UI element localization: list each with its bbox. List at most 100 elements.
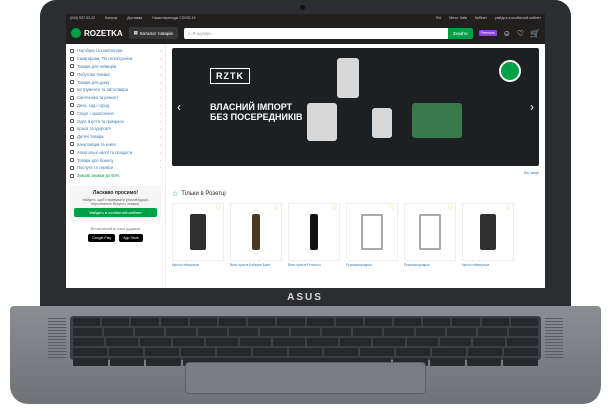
login-link[interactable]: увійдіть в особистий кабінет	[495, 16, 541, 20]
language-switch[interactable]: RU	[436, 16, 441, 20]
chevron-right-icon: ›	[159, 63, 161, 69]
logo-icon	[71, 28, 81, 38]
multicooker-image	[307, 103, 337, 141]
sidebar-item[interactable]: Інструменти та автотовари ›	[70, 86, 161, 94]
chevron-right-icon: ›	[159, 149, 161, 155]
bottle-image	[310, 214, 318, 250]
main-area: ‹ RZTK ВЛАСНИЙ ІМПОРТ БЕЗ ПОСЕРЕДНИКІВ ›…	[166, 44, 545, 300]
site-header: ROZETKA ▦ Каталог товарів ⌕ Я шукаю... З…	[66, 22, 545, 44]
product-card[interactable]: ♡	[230, 203, 282, 261]
blender-image	[337, 58, 359, 98]
city-select[interactable]: Місто: Київ	[449, 16, 467, 20]
chevron-right-icon: ›	[159, 48, 161, 54]
sidebar-item-discounts[interactable]: Зимові знижки до 50%	[70, 172, 161, 180]
topbar-link-covid[interactable]: Наши переходы COVID-19	[152, 16, 195, 20]
product-name[interactable]: Крісло геймерське	[172, 263, 224, 267]
chevron-right-icon: ›	[159, 165, 161, 171]
heart-icon[interactable]: ♡	[448, 205, 453, 212]
sidebar-item[interactable]: Спорт і захоплення ›	[70, 109, 161, 117]
category-sidebar: Ноутбуки та комп'ютери › Смартфони, ТВ і …	[66, 44, 166, 300]
topbar-link-bonus[interactable]: Бонусы	[105, 16, 117, 20]
speaker-grille	[545, 318, 563, 358]
product-card[interactable]: ♡	[404, 203, 456, 261]
sidebar-item[interactable]: Краса та здоров'я ›	[70, 125, 161, 133]
sidebar-item[interactable]: Побутова техніка ›	[70, 70, 161, 78]
search-button[interactable]: Знайти	[447, 27, 473, 39]
chevron-right-icon: ›	[159, 79, 161, 85]
laptop-screen: (044) 537-02-22 Бонусы Доставка Наши пер…	[66, 14, 545, 300]
category-icon	[70, 142, 74, 147]
premium-badge[interactable]: Premium	[478, 30, 497, 36]
chevron-right-icon: ›	[159, 56, 161, 62]
welcome-title: Ласкаво просимо!	[92, 189, 139, 196]
category-icon	[70, 103, 74, 108]
heart-icon[interactable]: ♡	[332, 205, 337, 212]
product-names: Крісло геймерське Вино ігристе Каберне Б…	[172, 263, 539, 267]
heart-icon[interactable]: ♡	[274, 205, 279, 212]
product-name[interactable]: Вино ігристе Каберне Брют	[230, 263, 282, 267]
category-icon	[70, 64, 74, 69]
sidebar-item[interactable]: Товари для дому ›	[70, 78, 161, 86]
product-card[interactable]: ♡	[288, 203, 340, 261]
user-icon[interactable]: ☺	[503, 29, 511, 38]
top-bar: (044) 537-02-22 Бонусы Доставка Наши пер…	[66, 14, 545, 22]
product-card[interactable]: ♡	[172, 203, 224, 261]
apps-title: Встановлюйте наші додатки	[90, 226, 141, 231]
chevron-right-icon: ›	[159, 110, 161, 116]
sidebar-item[interactable]: Послуги та сервіси ›	[70, 164, 161, 172]
catalog-label: Каталог товарів	[139, 30, 173, 36]
site-logo[interactable]: ROZETKA	[71, 28, 123, 38]
category-icon	[70, 80, 74, 85]
topbar-link-delivery[interactable]: Доставка	[127, 16, 142, 20]
section-title: ☆ Тільки в Розетці	[172, 191, 226, 198]
app-store-badge[interactable]: App Store	[119, 233, 143, 242]
google-play-badge[interactable]: Google Play	[88, 233, 116, 242]
sidebar-item[interactable]: Алкогольні напої та продукти ›	[70, 148, 161, 156]
sidebar-item[interactable]: Дитячі товари ›	[70, 133, 161, 141]
cart-icon[interactable]: 🛒	[530, 29, 540, 38]
search-input[interactable]: ⌕ Я шукаю...	[183, 27, 448, 39]
star-icon: ☆	[172, 191, 179, 198]
grid-icon: ▦	[133, 30, 138, 35]
category-icon	[70, 165, 74, 170]
sidebar-item[interactable]: Смартфони, ТВ і електроніка ›	[70, 55, 161, 63]
category-icon	[70, 126, 74, 131]
sidebar-item[interactable]: Дача, сад і город ›	[70, 102, 161, 110]
promo-banner[interactable]: ‹ RZTK ВЛАСНИЙ ІМПОРТ БЕЗ ПОСЕРЕДНИКІВ ›	[172, 48, 539, 166]
bottle-image	[252, 214, 260, 250]
product-name[interactable]: Рушникосушарка	[404, 263, 456, 267]
all-promotions-link[interactable]: Всі акції	[172, 170, 539, 175]
chevron-right-icon[interactable]: ›	[530, 100, 534, 114]
heart-icon[interactable]: ♡	[517, 29, 524, 38]
login-button[interactable]: Увійдіть в особистий кабінет	[74, 207, 157, 217]
product-card[interactable]: ♡	[346, 203, 398, 261]
account-link[interactable]: Кабінет	[475, 16, 487, 20]
sidebar-item[interactable]: Канцтовари та книги ›	[70, 141, 161, 149]
chevron-right-icon: ›	[159, 157, 161, 163]
category-icon	[70, 119, 74, 124]
humidifier-image	[372, 108, 392, 138]
chevron-left-icon[interactable]: ‹	[177, 100, 181, 114]
product-name[interactable]: Вино ігристе Prosecco	[288, 263, 340, 267]
chevron-right-icon: ›	[159, 141, 161, 147]
product-name[interactable]: Крісло геймерське	[462, 263, 514, 267]
sidebar-item[interactable]: Товари для бізнесу ›	[70, 156, 161, 164]
vacuum-image	[412, 103, 462, 138]
phone-number[interactable]: (044) 537-02-22	[70, 16, 95, 20]
sidebar-item[interactable]: Одяг, взуття та прикраси ›	[70, 117, 161, 125]
sidebar-item[interactable]: Сантехніка та ремонт ›	[70, 94, 161, 102]
sidebar-item[interactable]: Ноутбуки та комп'ютери ›	[70, 47, 161, 55]
heart-icon[interactable]: ♡	[390, 205, 395, 212]
product-list: ♡ ♡ ♡ ♡ ♡ ♡	[172, 203, 539, 261]
catalog-button[interactable]: ▦ Каталог товарів	[128, 27, 178, 39]
product-name[interactable]: Рушникосушарка	[346, 263, 398, 267]
sidebar-item[interactable]: Товари для геймерів ›	[70, 63, 161, 71]
page-content: Ноутбуки та комп'ютери › Смартфони, ТВ і …	[66, 44, 545, 300]
product-card[interactable]: ♡	[462, 203, 514, 261]
heart-icon[interactable]: ♡	[216, 205, 221, 212]
heart-icon[interactable]: ♡	[506, 205, 511, 212]
category-icon	[70, 95, 74, 100]
welcome-box: Ласкаво просимо! Увійдіть, щоб отримуват…	[70, 185, 161, 221]
logo-text: ROZETKA	[84, 28, 123, 38]
category-icon	[70, 111, 74, 116]
